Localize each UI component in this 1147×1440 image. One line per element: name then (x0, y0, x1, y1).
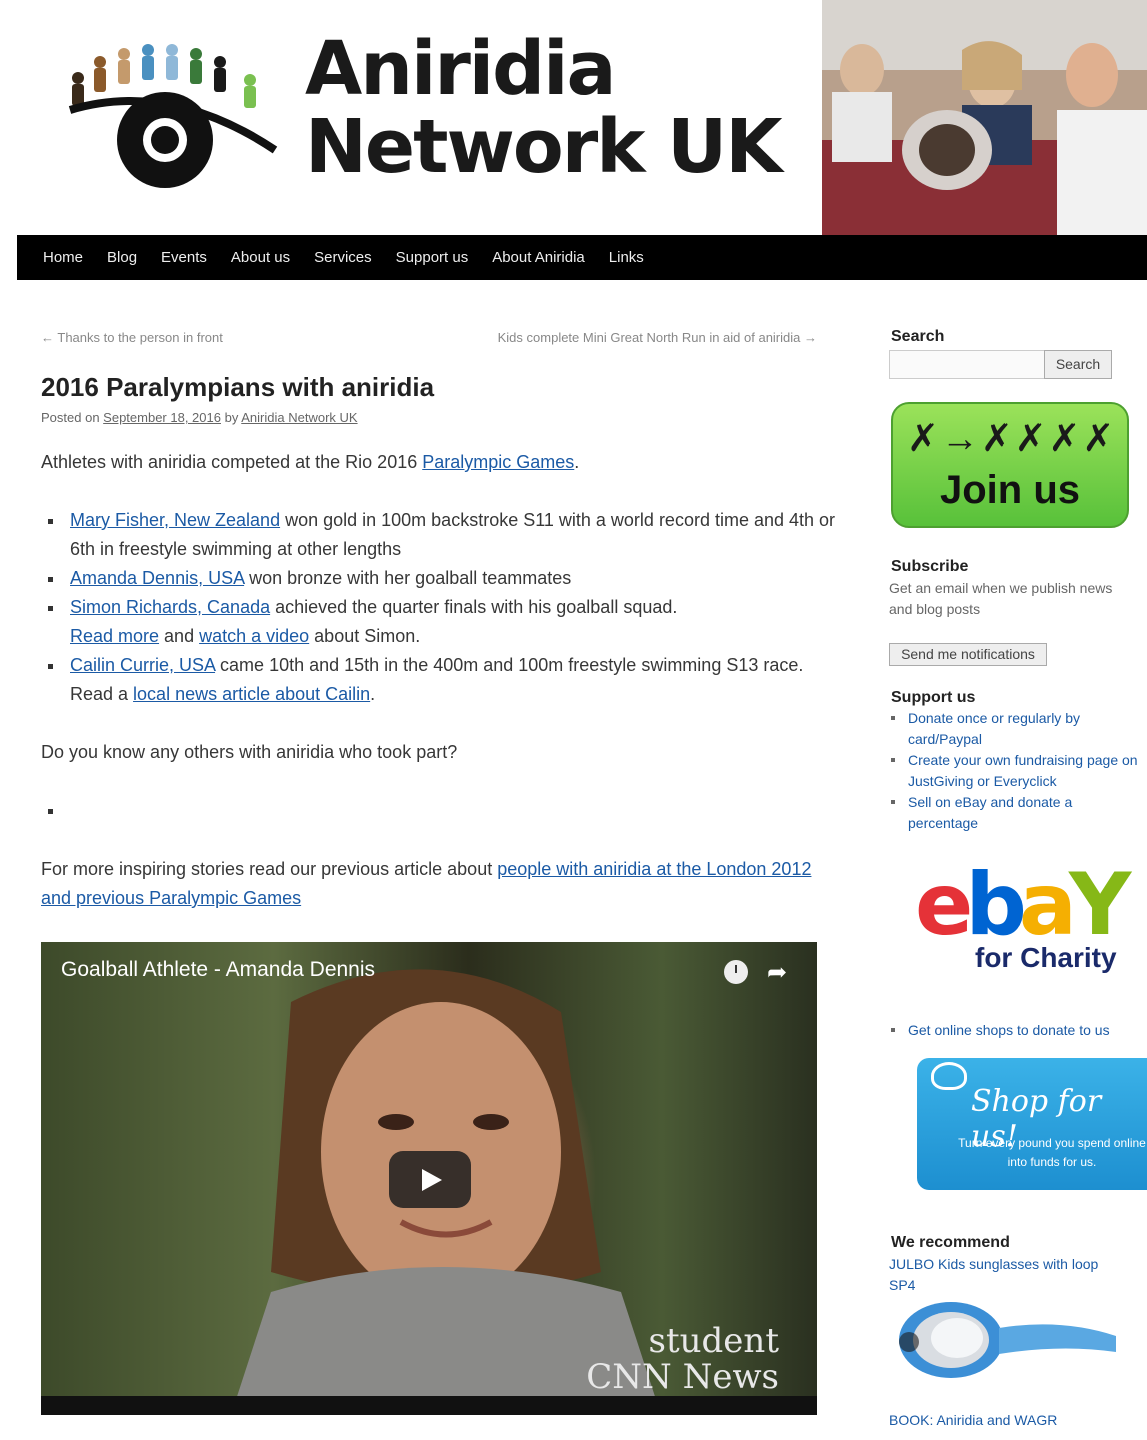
share-icon[interactable]: ➦ (767, 958, 787, 987)
join-us-banner[interactable]: ✗→✗✗✗✗ Join us (891, 402, 1129, 528)
read-more-link[interactable]: Read more (70, 626, 159, 646)
support-item-fundraising[interactable]: Create your own fundraising page on Just… (891, 750, 1140, 792)
subscribe-text: Get an email when we publish news and bl… (889, 580, 1113, 617)
watch-video-link[interactable]: watch a video (199, 626, 309, 646)
site-title-line1: Aniridia (305, 26, 616, 112)
list-item: Amanda Dennis, USA won bronze with her g… (48, 564, 846, 593)
sunglasses-image[interactable] (891, 1298, 1119, 1383)
search-input[interactable] (889, 350, 1046, 379)
shop-item-online[interactable]: Get online shops to donate to us (891, 1020, 1110, 1041)
header-photo-people (822, 0, 1147, 235)
send-notifications-button[interactable]: Send me notifications (889, 643, 1047, 666)
support-us-title: Support us (891, 689, 976, 706)
watch-later-icon[interactable] (724, 960, 748, 984)
recommend-link-wrap: JULBO Kids sunglasses with loop SP4 (889, 1254, 1119, 1296)
site-header: Aniridia Network UK (0, 0, 1147, 235)
site-title[interactable]: Aniridia Network UK (305, 26, 783, 190)
empty-list-bullet (48, 809, 53, 814)
play-button[interactable] (389, 1151, 471, 1208)
list-item: Simon Richards, Canada achieved the quar… (48, 593, 846, 651)
logo-eye-icon[interactable] (60, 40, 285, 210)
subscribe-title: Subscribe (891, 558, 969, 575)
header-photo (822, 0, 1147, 235)
athlete-text: achieved the quarter finals with his goa… (270, 597, 678, 617)
cart-heart-icon (931, 1062, 967, 1090)
athlete-text: won bronze with her goalball teammates (244, 568, 572, 588)
meta-by: by (224, 410, 239, 425)
nav-item-about-us[interactable]: About us (219, 249, 302, 266)
nav-item-events[interactable]: Events (149, 249, 219, 266)
athlete-link-mary-fisher[interactable]: Mary Fisher, New Zealand (70, 510, 280, 530)
athlete-text: . (370, 684, 376, 704)
main-nav: Home Blog Events About us Services Suppo… (17, 235, 1147, 280)
athlete-text: and (159, 626, 200, 646)
nav-item-services[interactable]: Services (302, 249, 384, 266)
search-widget-title: Search (891, 328, 945, 345)
post-meta: Posted on September 18, 2016 by Aniridia… (41, 410, 358, 425)
video-watermark: student CNN News (586, 1323, 779, 1395)
ebay-charity-text: for Charity (975, 942, 1117, 973)
meta-prefix: Posted on (41, 410, 100, 425)
athlete-link-amanda-dennis[interactable]: Amanda Dennis, USA (70, 568, 244, 588)
video-control-bar (41, 1396, 817, 1415)
join-us-label: Join us (939, 468, 1081, 512)
join-people-icon: ✗→✗✗✗✗ (907, 418, 1117, 460)
post-more: For more inspiring stories read our prev… (41, 855, 817, 913)
book-link-wrap: BOOK: Aniridia and WAGR (889, 1410, 1057, 1431)
intro-text: Athletes with aniridia competed at the R… (41, 452, 423, 472)
site-title-line2: Network UK (305, 104, 783, 190)
recommend-title: We recommend (891, 1234, 1010, 1251)
shop-for-us-banner[interactable]: Shop for us! Turn every pound you spend … (917, 1058, 1147, 1190)
ebay-letter-e: e (915, 855, 973, 955)
athlete-link-cailin-currie[interactable]: Cailin Currie, USA (70, 655, 215, 675)
post-question: Do you know any others with aniridia who… (41, 742, 458, 762)
nav-item-about-aniridia[interactable]: About Aniridia (480, 249, 597, 266)
nav-item-home[interactable]: Home (31, 249, 95, 266)
ebay-letters: ebaY (915, 860, 1131, 950)
watermark-line2: CNN News (586, 1357, 779, 1397)
search-button[interactable]: Search (1044, 350, 1112, 379)
list-item: Mary Fisher, New Zealand won gold in 100… (48, 506, 846, 564)
support-item-ebay[interactable]: Sell on eBay and donate a percentage (891, 792, 1140, 834)
video-player[interactable]: Goalball Athlete - Amanda Dennis ➦ stude… (41, 942, 817, 1415)
more-text: For more inspiring stories read our prev… (41, 859, 498, 879)
athlete-text: about Simon. (309, 626, 421, 646)
support-list: Donate once or regularly by card/Paypal … (889, 708, 1140, 834)
intro-end: . (574, 452, 580, 472)
local-news-link[interactable]: local news article about Cailin (133, 684, 370, 704)
post-title: 2016 Paralympians with aniridia (41, 372, 435, 402)
nav-item-support-us[interactable]: Support us (384, 249, 481, 266)
ebay-letter-a: a (1018, 855, 1077, 955)
ebay-for-charity-logo[interactable]: ebaY for Charity (915, 860, 1131, 990)
shop-subtitle: Turn every pound you spend online into f… (958, 1136, 1146, 1169)
post-author-link[interactable]: Aniridia Network UK (241, 410, 357, 425)
list-item: Cailin Currie, USA came 10th and 15th in… (48, 651, 846, 709)
ebay-letter-y: Y (1068, 855, 1131, 955)
post-date-link[interactable]: September 18, 2016 (103, 410, 221, 425)
video-title[interactable]: Goalball Athlete - Amanda Dennis (61, 958, 375, 982)
nav-item-links[interactable]: Links (597, 249, 656, 266)
ebay-letter-b: b (965, 855, 1026, 955)
watermark-line1: student (648, 1321, 779, 1361)
post-intro: Athletes with aniridia competed at the R… (41, 448, 817, 477)
athlete-link-simon-richards[interactable]: Simon Richards, Canada (70, 597, 270, 617)
recommend-link[interactable]: JULBO Kids sunglasses with loop SP4 (889, 1256, 1098, 1293)
prev-post-link[interactable]: ← Thanks to the person in front (41, 330, 223, 345)
next-post-link[interactable]: Kids complete Mini Great North Run in ai… (498, 330, 817, 345)
athlete-list: Mary Fisher, New Zealand won gold in 100… (41, 506, 846, 709)
shop-list: Get online shops to donate to us (889, 1020, 1110, 1041)
book-link[interactable]: BOOK: Aniridia and WAGR (889, 1412, 1057, 1428)
paralympic-games-link[interactable]: Paralympic Games (422, 452, 574, 472)
support-item-donate[interactable]: Donate once or regularly by card/Paypal (891, 708, 1140, 750)
nav-item-blog[interactable]: Blog (95, 249, 149, 266)
